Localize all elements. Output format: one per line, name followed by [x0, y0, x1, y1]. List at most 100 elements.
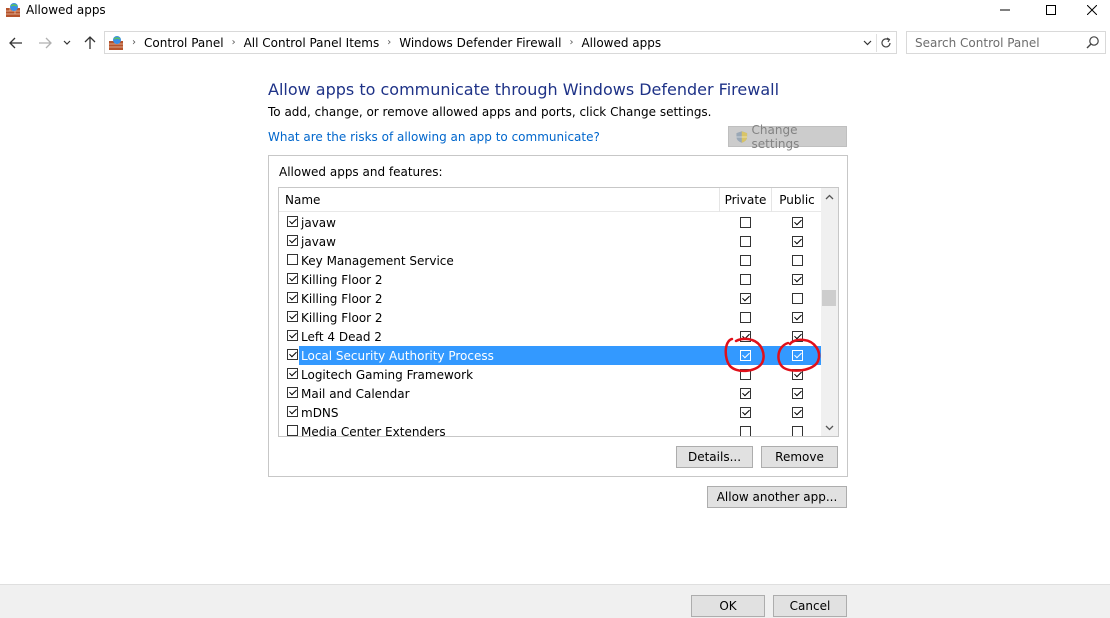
scroll-down-button[interactable] — [821, 419, 838, 436]
app-enabled-checkbox[interactable] — [287, 311, 298, 322]
vertical-scrollbar[interactable] — [821, 188, 838, 436]
breadcrumb-separator[interactable]: › — [232, 37, 236, 48]
app-enabled-checkbox[interactable] — [287, 330, 298, 341]
private-checkbox[interactable] — [739, 293, 751, 304]
public-checkbox[interactable] — [791, 274, 803, 285]
public-checkbox[interactable] — [791, 312, 803, 323]
app-name-cell[interactable]: Logitech Gaming Framework — [299, 365, 719, 384]
breadcrumb-separator[interactable]: › — [569, 37, 573, 48]
app-name-cell[interactable]: Local Security Authority Process — [299, 346, 719, 365]
breadcrumb-all-items[interactable]: All Control Panel Items — [244, 36, 380, 50]
app-name-cell[interactable]: mDNS — [299, 403, 719, 422]
private-checkbox[interactable] — [739, 255, 751, 266]
app-enabled-checkbox[interactable] — [287, 349, 298, 360]
app-enabled-checkbox[interactable] — [287, 425, 298, 436]
app-row[interactable]: Logitech Gaming Framework — [279, 365, 821, 384]
control-panel-icon — [109, 35, 123, 50]
search-icon[interactable] — [1086, 35, 1100, 49]
public-cell — [771, 270, 823, 289]
address-dropdown-button[interactable] — [860, 35, 874, 51]
search-box[interactable] — [906, 31, 1106, 54]
change-settings-button[interactable]: Change settings — [728, 123, 847, 151]
scroll-up-button[interactable] — [821, 188, 838, 205]
app-enabled-checkbox[interactable] — [287, 216, 298, 227]
scroll-thumb[interactable] — [822, 290, 836, 306]
app-name-cell[interactable]: javaw — [299, 232, 719, 251]
public-checkbox[interactable] — [791, 331, 803, 342]
private-cell — [719, 213, 771, 232]
up-button[interactable] — [80, 33, 100, 53]
remove-button[interactable]: Remove — [761, 446, 838, 468]
app-row[interactable]: Key Management Service — [279, 251, 821, 270]
maximize-button[interactable] — [1028, 0, 1074, 20]
minimize-button[interactable] — [982, 0, 1028, 20]
app-row[interactable]: Left 4 Dead 2 — [279, 327, 821, 346]
public-checkbox[interactable] — [791, 388, 803, 399]
app-enabled-checkbox[interactable] — [287, 273, 298, 284]
search-input[interactable] — [907, 32, 1083, 53]
public-checkbox[interactable] — [791, 236, 803, 247]
private-checkbox[interactable] — [739, 388, 751, 399]
private-checkbox[interactable] — [739, 331, 751, 342]
private-checkbox[interactable] — [739, 274, 751, 285]
public-checkbox[interactable] — [791, 217, 803, 228]
details-button[interactable]: Details... — [676, 446, 753, 468]
private-checkbox[interactable] — [739, 312, 751, 323]
app-row[interactable]: Mail and Calendar — [279, 384, 821, 403]
app-name-cell[interactable]: Killing Floor 2 — [299, 270, 719, 289]
app-row[interactable]: Killing Floor 2 — [279, 270, 821, 289]
app-name-cell[interactable]: Killing Floor 2 — [299, 289, 719, 308]
app-row[interactable]: Local Security Authority Process — [279, 346, 823, 365]
app-row[interactable]: mDNS — [279, 403, 821, 422]
app-name-cell[interactable]: Media Center Extenders — [299, 422, 719, 437]
back-button[interactable] — [6, 33, 26, 53]
ok-button[interactable]: OK — [691, 595, 765, 617]
app-row[interactable]: javaw — [279, 232, 821, 251]
public-checkbox[interactable] — [791, 407, 803, 418]
recent-locations-button[interactable] — [60, 33, 74, 53]
app-name-cell[interactable]: Killing Floor 2 — [299, 308, 719, 327]
app-enabled-checkbox[interactable] — [287, 254, 298, 265]
public-checkbox[interactable] — [791, 426, 803, 436]
app-name-cell[interactable]: Left 4 Dead 2 — [299, 327, 719, 346]
private-checkbox[interactable] — [739, 350, 751, 361]
app-row[interactable]: Killing Floor 2 — [279, 308, 821, 327]
breadcrumb-firewall[interactable]: Windows Defender Firewall — [399, 36, 561, 50]
column-header-public[interactable]: Public — [771, 188, 823, 212]
private-checkbox[interactable] — [739, 369, 751, 380]
app-enabled-checkbox[interactable] — [287, 235, 298, 246]
cancel-button[interactable]: Cancel — [773, 595, 847, 617]
app-name-cell[interactable]: Mail and Calendar — [299, 384, 719, 403]
public-cell — [771, 403, 823, 422]
app-row[interactable]: Killing Floor 2 — [279, 289, 821, 308]
public-checkbox[interactable] — [791, 369, 803, 380]
app-enabled-checkbox[interactable] — [287, 292, 298, 303]
address-bar[interactable]: › Control Panel › All Control Panel Item… — [104, 31, 897, 54]
allow-another-app-button[interactable]: Allow another app... — [707, 486, 847, 508]
app-enabled-checkbox[interactable] — [287, 368, 298, 379]
private-checkbox[interactable] — [739, 407, 751, 418]
app-name-cell[interactable]: Key Management Service — [299, 251, 719, 270]
breadcrumb-separator[interactable]: › — [132, 37, 136, 48]
column-header-name[interactable]: Name — [279, 188, 719, 212]
allowed-apps-list[interactable]: Name Private Public javaw javaw Key Manage… — [278, 187, 839, 437]
public-checkbox[interactable] — [791, 255, 803, 266]
breadcrumb-control-panel[interactable]: Control Panel — [144, 36, 224, 50]
breadcrumb-separator[interactable]: › — [387, 37, 391, 48]
risks-link[interactable]: What are the risks of allowing an app to… — [268, 130, 600, 144]
column-header-private[interactable]: Private — [719, 188, 771, 212]
app-row[interactable]: Media Center Extenders — [279, 422, 821, 437]
breadcrumb-allowed-apps[interactable]: Allowed apps — [581, 36, 661, 50]
public-checkbox[interactable] — [791, 293, 803, 304]
app-name-cell[interactable]: javaw — [299, 213, 719, 232]
close-button[interactable] — [1074, 0, 1110, 20]
private-checkbox[interactable] — [739, 217, 751, 228]
private-checkbox[interactable] — [739, 426, 751, 436]
private-checkbox[interactable] — [739, 236, 751, 247]
app-enabled-checkbox[interactable] — [287, 406, 298, 417]
app-row[interactable]: javaw — [279, 213, 821, 232]
refresh-button[interactable] — [876, 34, 894, 52]
forward-button[interactable] — [35, 33, 55, 53]
public-checkbox[interactable] — [791, 350, 803, 361]
app-enabled-checkbox[interactable] — [287, 387, 298, 398]
